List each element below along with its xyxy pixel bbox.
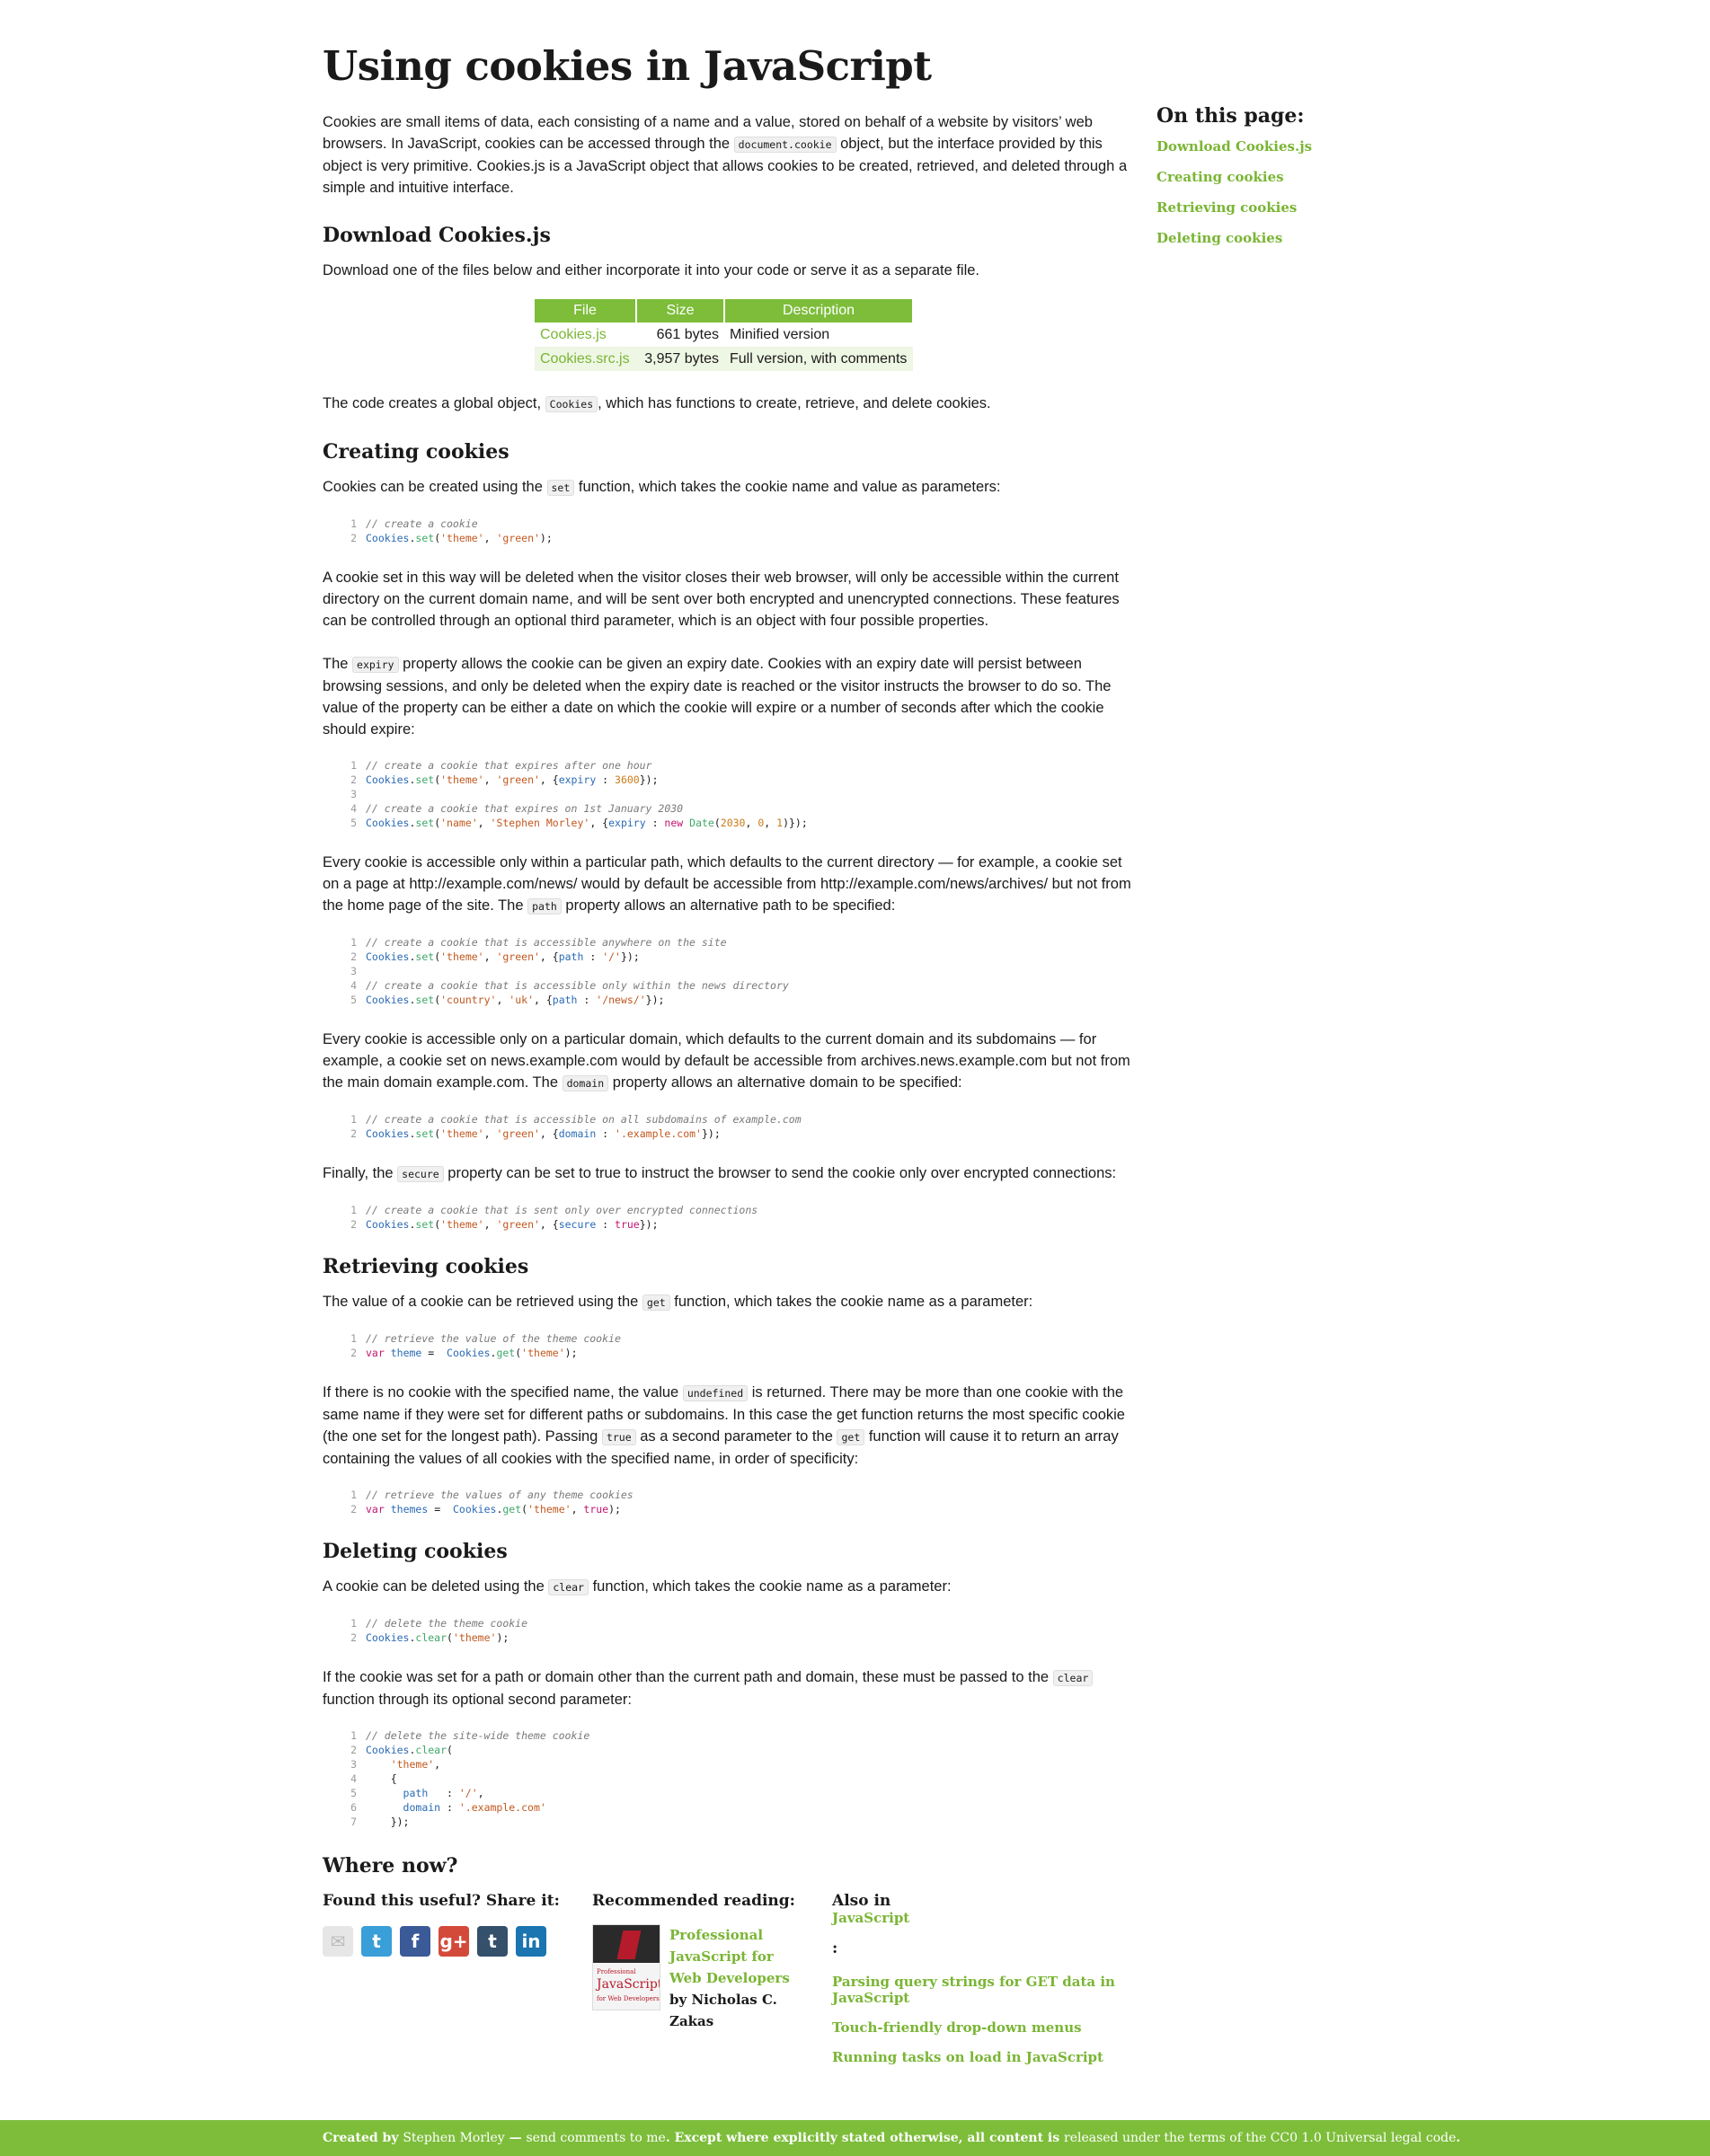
- license-link[interactable]: released under the terms of the CC0 1.0 …: [1064, 2131, 1456, 2145]
- retrieving-paragraph-1: The value of a cookie can be retrieved u…: [323, 1294, 1033, 1311]
- file-description: Minified version: [730, 326, 830, 342]
- retrieving-heading: Retrieving cookies: [323, 1255, 529, 1278]
- tumblr-icon[interactable]: t: [477, 1926, 508, 1957]
- code-block: 1// retrieve the value of the theme cook…: [350, 1332, 621, 1359]
- share-heading: Found this useful? Share it:: [323, 1892, 560, 1910]
- author-link[interactable]: Stephen Morley: [403, 2131, 504, 2145]
- where-now-section: Where now? Found this useful? Share it: …: [323, 1852, 1137, 2065]
- file-link-cookies-src-js[interactable]: Cookies.src.js: [540, 351, 630, 367]
- book-cover-image[interactable]: Professional JavaScript for Web Develope…: [592, 1924, 660, 2010]
- download-heading: Download Cookies.js: [323, 224, 551, 247]
- creating-paragraph-1: Cookies can be created using the set fun…: [323, 479, 1001, 496]
- secure-paragraph: Finally, the secure property can be set …: [323, 1165, 1117, 1182]
- deleting-paragraph-1: A cookie can be deleted using the clear …: [323, 1578, 952, 1595]
- download-paragraph: Download one of the files below and eith…: [323, 262, 980, 278]
- also-link-tasks-on-load[interactable]: Running tasks on load in JavaScript: [832, 2049, 1156, 2065]
- email-icon[interactable]: ✉: [323, 1926, 353, 1957]
- sidebar-link-retrieving[interactable]: Retrieving cookies: [1156, 199, 1354, 216]
- deleting-heading: Deleting cookies: [323, 1540, 508, 1563]
- column-header-size: Size: [636, 299, 725, 323]
- sidebar-link-deleting[interactable]: Deleting cookies: [1156, 230, 1354, 246]
- path-paragraph: Every cookie is accessible only within a…: [323, 854, 1131, 915]
- file-link-cookies-js[interactable]: Cookies.js: [540, 327, 607, 342]
- on-this-page-sidebar: On this page: Download Cookies.js Creati…: [1156, 104, 1354, 261]
- file-description: Full version, with comments: [724, 347, 913, 371]
- sidebar-heading: On this page:: [1156, 104, 1305, 128]
- code-block: 1// create a cookie that is sent only ov…: [350, 1204, 758, 1231]
- also-heading: Also in JavaScript:: [832, 1892, 1156, 1957]
- linkedin-icon[interactable]: in: [516, 1926, 546, 1957]
- sidebar-link-download[interactable]: Download Cookies.js: [1156, 138, 1354, 155]
- table-row: Cookies.js 661 bytes Minified version: [535, 323, 913, 347]
- creating-paragraph-2: A cookie set in this way will be deleted…: [323, 570, 1120, 629]
- retrieving-paragraph-2: If there is no cookie with the specified…: [323, 1384, 1125, 1467]
- column-header-file: File: [535, 299, 637, 323]
- deleting-paragraph-2: If the cookie was set for a path or doma…: [323, 1666, 1137, 1710]
- column-header-description: Description: [724, 299, 914, 323]
- code-block: 1// delete the site-wide theme cookie 2C…: [350, 1729, 590, 1828]
- main-content: Using cookies in JavaScript Cookies are …: [323, 0, 1137, 2065]
- files-table: File Size Description Cookies.js 661 byt…: [535, 299, 914, 371]
- file-size: 3,957 bytes: [636, 347, 724, 371]
- expiry-paragraph: The expiry property allows the cookie ca…: [323, 656, 1112, 738]
- reading-heading: Recommended reading:: [592, 1892, 795, 1910]
- domain-paragraph: Every cookie is accessible only on a par…: [323, 1031, 1130, 1091]
- creating-heading: Creating cookies: [323, 440, 509, 464]
- file-size: 661 bytes: [656, 326, 719, 342]
- table-row: Cookies.src.js 3,957 bytes Full version,…: [535, 347, 913, 371]
- global-object-paragraph: The code creates a global object, Cookie…: [323, 395, 991, 412]
- code-block: 1// create a cookie 2 Cookies.set('theme'…: [350, 517, 553, 544]
- code-block: 1// create a cookie that is accessible a…: [350, 936, 789, 1006]
- also-in-column: Also in JavaScript: Parsing query string…: [832, 1892, 1156, 2079]
- code-block: 1// delete the theme cookie 2 Cookies.cle…: [350, 1617, 528, 1644]
- also-link-query-strings[interactable]: Parsing query strings for GET data in Ja…: [832, 1974, 1156, 2006]
- code-block: 1// retrieve the values of any theme coo…: [350, 1489, 633, 1515]
- intro-paragraph: Cookies are small items of data, each co…: [323, 114, 1128, 196]
- site-footer: Created by Stephen Morley — send comment…: [0, 2120, 1710, 2156]
- book-title-link[interactable]: Professional JavaScript for Web Develope…: [669, 1927, 790, 1986]
- also-link-drop-down-menus[interactable]: Touch-friendly drop-down menus: [832, 2019, 1156, 2036]
- page-title: Using cookies in JavaScript: [323, 42, 932, 90]
- share-column: Found this useful? Share it: ✉ t f g+ t in: [323, 1892, 560, 1957]
- send-comments-link[interactable]: send comments to me: [526, 2131, 665, 2145]
- facebook-icon[interactable]: f: [400, 1926, 430, 1957]
- also-topic-link[interactable]: JavaScript: [832, 1910, 1156, 1926]
- book-by: by: [669, 1992, 692, 2008]
- code-block: 1// create a cookie that is accessible o…: [350, 1113, 802, 1140]
- where-now-heading: Where now?: [323, 1854, 458, 1878]
- share-icons: ✉ t f g+ t in: [323, 1926, 560, 1957]
- twitter-icon[interactable]: t: [361, 1926, 392, 1957]
- sidebar-link-creating[interactable]: Creating cookies: [1156, 169, 1354, 185]
- google-plus-icon[interactable]: g+: [439, 1926, 469, 1957]
- recommended-reading-column: Recommended reading: Professional JavaSc…: [592, 1892, 799, 2032]
- code-block: 1// create a cookie that expires after o…: [350, 759, 808, 829]
